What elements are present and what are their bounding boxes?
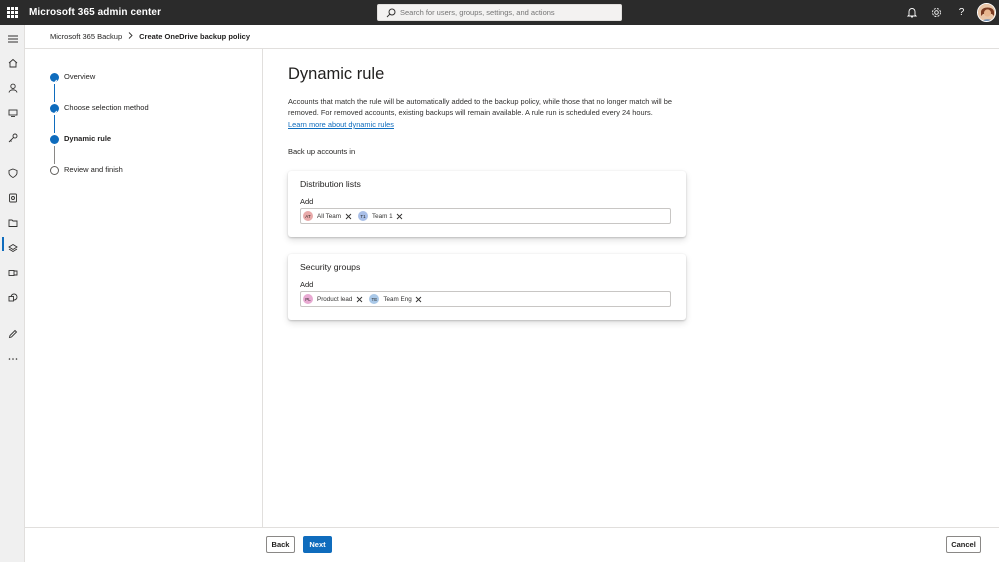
user-icon[interactable] xyxy=(6,81,19,94)
top-bar: Microsoft 365 admin center ? xyxy=(0,0,999,25)
footer-divider xyxy=(25,527,999,528)
nav-selection-indicator xyxy=(2,237,4,251)
step-choose-selection-method[interactable]: Choose selection method xyxy=(64,103,149,113)
search-box[interactable] xyxy=(377,4,622,21)
layers-icon[interactable] xyxy=(6,241,19,254)
chip-name: Team 1 xyxy=(372,212,393,220)
distribution-lists-card: Distribution lists Add AT All Team T1 Te… xyxy=(288,171,686,237)
chip-avatar: T1 xyxy=(358,211,369,221)
key-icon[interactable] xyxy=(6,131,19,144)
avatar[interactable] xyxy=(977,3,996,22)
page-title: Dynamic rule xyxy=(288,65,385,83)
devices-icon[interactable] xyxy=(6,106,19,119)
security-groups-card: Security groups Add PL Product lead TE T… xyxy=(288,254,686,320)
sharepoint-icon[interactable] xyxy=(6,291,19,304)
distribution-lists-picker[interactable]: AT All Team T1 Team 1 xyxy=(300,208,671,224)
help-icon[interactable]: ? xyxy=(955,6,968,19)
remove-icon[interactable] xyxy=(355,295,363,303)
step-current-icon xyxy=(50,135,59,144)
step-check-icon xyxy=(50,104,59,115)
step-pending-icon xyxy=(50,166,59,175)
step-connector xyxy=(53,115,56,133)
chip-name: Team Eng xyxy=(383,295,412,303)
next-button[interactable]: Next xyxy=(303,536,332,553)
waffle-icon[interactable] xyxy=(7,7,18,18)
more-icon[interactable] xyxy=(6,352,19,365)
back-button[interactable]: Back xyxy=(266,536,295,553)
column-divider xyxy=(262,49,263,527)
remove-icon[interactable] xyxy=(344,212,352,220)
search-icon xyxy=(386,8,396,18)
pen-icon[interactable] xyxy=(6,327,19,340)
remove-icon[interactable] xyxy=(415,295,423,303)
home-icon[interactable] xyxy=(6,56,19,69)
step-connector xyxy=(53,84,56,102)
step-connector xyxy=(53,146,56,164)
selected-chip: PL Product lead xyxy=(303,293,363,305)
step-overview[interactable]: Overview xyxy=(64,72,95,82)
backup-icon[interactable] xyxy=(6,216,19,229)
chip-avatar: PL xyxy=(303,294,313,304)
selected-chip: AT All Team xyxy=(303,210,352,222)
learn-more-link[interactable]: Learn more about dynamic rules xyxy=(288,120,394,130)
cancel-button[interactable]: Cancel xyxy=(946,536,981,553)
chip-avatar: AT xyxy=(303,211,313,221)
chip-name: All Team xyxy=(317,212,342,220)
backup-accounts-label: Back up accounts in xyxy=(288,147,356,156)
selected-chip: TE Team Eng xyxy=(369,293,422,305)
card-title: Distribution lists xyxy=(300,179,361,189)
shield-icon[interactable] xyxy=(6,166,19,179)
chip-avatar: TE xyxy=(369,294,380,304)
breadcrumb-current: Create OneDrive backup policy xyxy=(139,32,250,41)
card-title: Security groups xyxy=(300,262,361,272)
security-groups-picker[interactable]: PL Product lead TE Team Eng xyxy=(300,291,671,307)
chip-name: Product lead xyxy=(317,295,353,303)
gear-icon[interactable] xyxy=(930,6,943,19)
description-text: Accounts that match the rule will be aut… xyxy=(288,97,672,117)
add-label: Add xyxy=(300,280,314,289)
remove-icon[interactable] xyxy=(396,212,404,220)
add-label: Add xyxy=(300,197,314,206)
breadcrumb-parent[interactable]: Microsoft 365 Backup xyxy=(50,31,122,43)
selected-chip: T1 Team 1 xyxy=(358,210,404,222)
step-check-icon xyxy=(50,73,59,84)
breadcrumb: Microsoft 365 Backup Create OneDrive bac… xyxy=(50,31,250,43)
settings-icon[interactable] xyxy=(6,191,19,204)
exchange-icon[interactable] xyxy=(6,266,19,279)
chevron-right-icon xyxy=(128,31,133,43)
left-nav xyxy=(0,25,25,562)
step-dynamic-rule[interactable]: Dynamic rule xyxy=(64,134,111,144)
hamburger-icon[interactable] xyxy=(6,32,19,45)
bell-icon[interactable] xyxy=(905,6,918,19)
header-divider xyxy=(25,48,999,49)
search-input[interactable] xyxy=(400,5,615,20)
step-review-and-finish[interactable]: Review and finish xyxy=(64,165,123,175)
app-title[interactable]: Microsoft 365 admin center xyxy=(29,6,161,19)
